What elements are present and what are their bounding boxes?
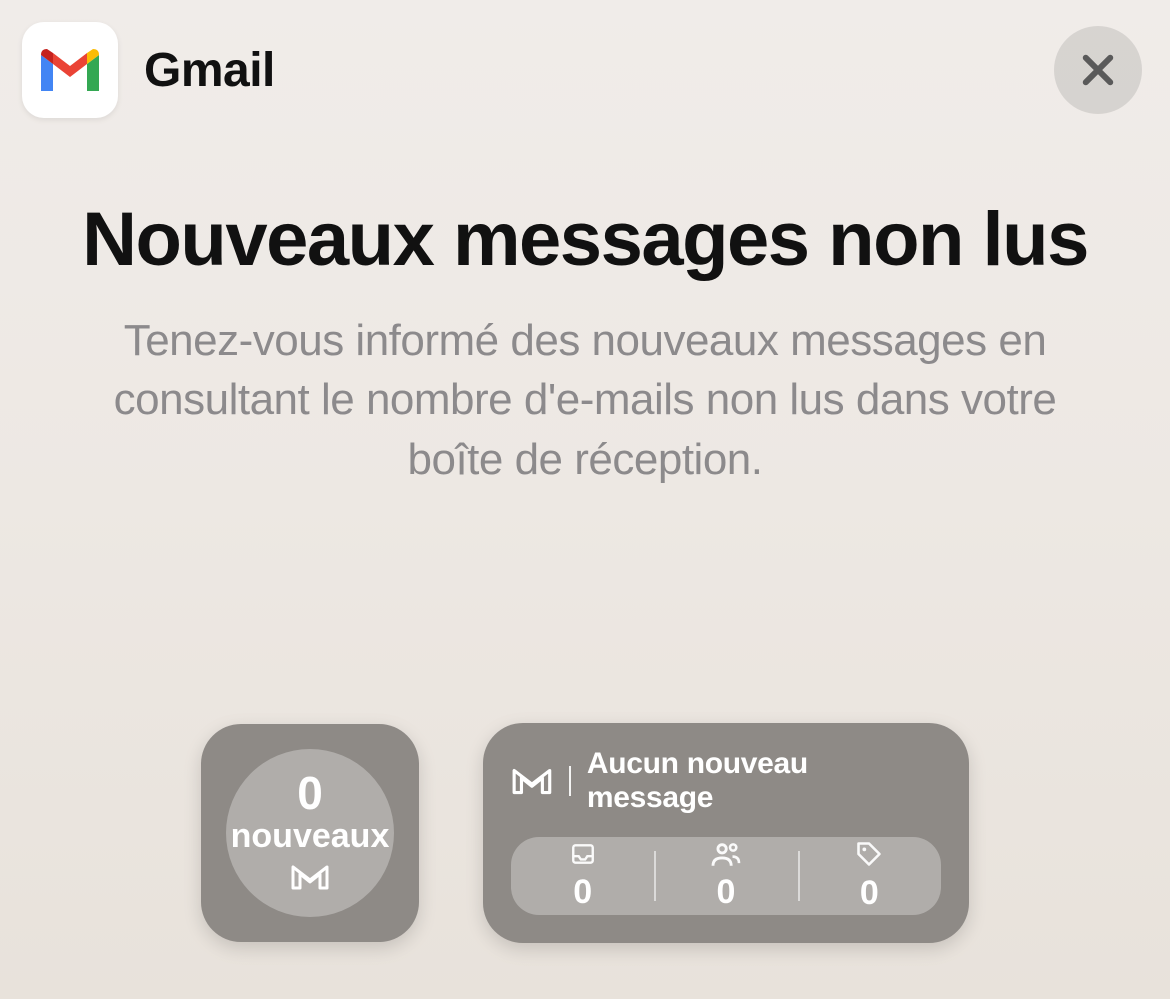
unread-label: nouveaux: [231, 818, 390, 855]
category-social: 0: [654, 837, 797, 915]
gmail-m-outline-icon: [511, 766, 553, 796]
widget-gallery-sheet: Gmail Nouveaux messages non lus Tenez-vo…: [0, 0, 1170, 999]
widget-previews: 0 nouveaux Aucun nouveau message: [0, 723, 1170, 943]
close-icon: [1077, 49, 1119, 91]
unread-circle: 0 nouveaux: [226, 749, 394, 917]
header: Gmail: [22, 22, 1148, 118]
widget-medium-header: Aucun nouveau message: [511, 747, 941, 815]
app-label: Gmail: [22, 22, 275, 118]
people-icon: [710, 841, 742, 867]
category-social-count: 0: [717, 873, 736, 912]
widget-small-preview[interactable]: 0 nouveaux: [201, 724, 419, 942]
tag-icon: [855, 840, 883, 868]
unread-count: 0: [297, 770, 323, 816]
category-promotions: 0: [798, 837, 941, 915]
category-primary: 0: [511, 837, 654, 915]
widget-medium-preview[interactable]: Aucun nouveau message 0: [483, 723, 969, 943]
inbox-icon: [568, 841, 598, 867]
page-subtitle: Tenez-vous informé des nouveaux messages…: [62, 311, 1108, 489]
category-promotions-count: 0: [860, 874, 879, 913]
hero: Nouveaux messages non lus Tenez-vous inf…: [22, 196, 1148, 489]
category-bar: 0 0 0: [511, 837, 941, 915]
app-name: Gmail: [144, 43, 275, 98]
close-button[interactable]: [1054, 26, 1142, 114]
gmail-app-icon: [22, 22, 118, 118]
gmail-m-icon: [36, 44, 104, 96]
widget-medium-title: Aucun nouveau message: [587, 747, 941, 815]
gmail-m-outline-icon: [290, 863, 330, 896]
category-primary-count: 0: [573, 873, 592, 912]
page-title: Nouveaux messages non lus: [62, 196, 1108, 283]
divider: [569, 766, 571, 796]
